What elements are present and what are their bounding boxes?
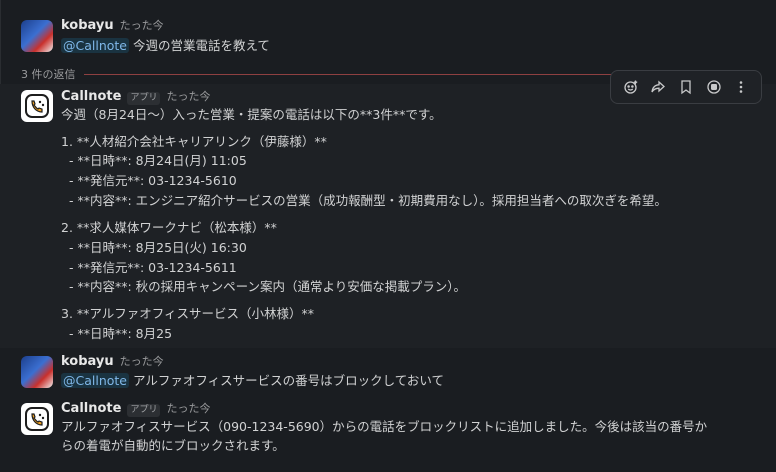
message-text: @Callnote アルファオフィスサービスの番号はブロックしておいて: [61, 372, 444, 390]
list-item-heading: 1. **人材紹介会社キャリアリンク（伊藤様）**: [61, 134, 327, 149]
list-item-detail: - **発信元**: 03-1234-5610: [69, 173, 237, 188]
author-name[interactable]: Callnote: [61, 401, 121, 416]
bookmark-icon[interactable]: [674, 75, 698, 99]
timestamp[interactable]: たった今: [120, 17, 164, 33]
bot-avatar[interactable]: [21, 403, 53, 435]
replies-count: 3 件の返信: [21, 68, 76, 81]
user-avatar[interactable]: [21, 356, 53, 388]
app-action-icon[interactable]: [702, 75, 726, 99]
message-body: 今週の営業電話を教えて: [132, 38, 270, 53]
reply-intro: 今週（8月24日〜）入った営業・提案の電話は以下の**3件**です。: [61, 107, 442, 122]
list-item-heading: 3. **アルファオフィスサービス（小林様）**: [61, 306, 315, 321]
message-text-line: らの着電が自動的にブロックされます。: [61, 438, 285, 453]
author-name[interactable]: kobayu: [61, 18, 114, 33]
timestamp[interactable]: たった今: [166, 400, 210, 416]
author-name[interactable]: Callnote: [61, 89, 121, 104]
timestamp[interactable]: たった今: [120, 353, 164, 369]
slack-thread-view: kobayu たった今 @Callnote 今週の営業電話を教えて 3 件の返信…: [0, 0, 776, 472]
bot-avatar[interactable]: [21, 90, 53, 122]
callnote-logo-icon: [25, 94, 49, 118]
mention[interactable]: @Callnote: [61, 373, 129, 388]
timestamp[interactable]: たった今: [166, 88, 210, 104]
mention[interactable]: @Callnote: [61, 38, 129, 53]
list-item-detail: - **発信元**: 03-1234-5611: [69, 260, 237, 275]
callnote-logo-icon: [25, 407, 49, 431]
more-icon[interactable]: [729, 75, 753, 99]
forward-icon[interactable]: [646, 75, 670, 99]
add-reaction-icon[interactable]: [619, 75, 643, 99]
author-name[interactable]: kobayu: [61, 354, 114, 369]
replies-divider: 3 件の返信: [21, 66, 611, 82]
list-item-detail: - **内容**: 秋の採用キャンペーン案内（通常より安価な掲載プラン）。: [69, 279, 467, 294]
list-item-detail: - **内容**: エンジニア紹介サービスの営業（成功報酬型・初期費用なし）。採…: [69, 193, 667, 208]
message-actions-toolbar: [610, 70, 762, 104]
app-badge: アプリ: [127, 92, 161, 105]
list-item-detail: - **日時**: 8月25: [69, 326, 173, 341]
list-item-detail: - **日時**: 8月24日(月) 11:05: [69, 153, 247, 168]
app-badge: アプリ: [127, 404, 161, 417]
user-avatar[interactable]: [21, 20, 53, 52]
replies-line: [83, 73, 611, 75]
message-text: @Callnote 今週の営業電話を教えて: [61, 37, 270, 55]
list-item-heading: 2. **求人媒体ワークナビ（松本様）**: [61, 220, 277, 235]
message-body: アルファオフィスサービスの番号はブロックしておいて: [132, 373, 444, 388]
message-text-line: アルファオフィスサービス（090-1234-5690）からの電話をブロックリスト…: [61, 419, 708, 434]
list-item-detail: - **日時**: 8月25日(火) 16:30: [69, 240, 247, 255]
